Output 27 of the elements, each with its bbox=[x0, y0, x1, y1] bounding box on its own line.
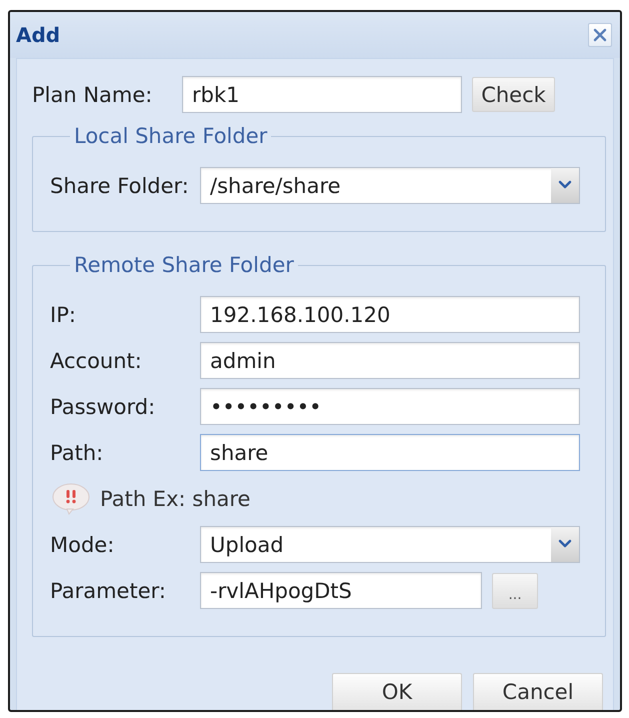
cancel-button[interactable]: Cancel bbox=[473, 673, 603, 710]
group-title: Remote Share Folder bbox=[73, 253, 295, 277]
text-input[interactable]: rbk1 bbox=[182, 76, 462, 113]
dialog-title: Add bbox=[16, 23, 60, 47]
field-label: Account: bbox=[50, 348, 143, 372]
field-label: Parameter: bbox=[50, 578, 167, 602]
warning-bubble-icon bbox=[52, 482, 90, 514]
browse-button[interactable]: ... bbox=[492, 572, 538, 608]
check-button[interactable]: Check bbox=[472, 77, 555, 112]
group-title: Local Share Folder bbox=[73, 124, 268, 148]
password-input[interactable]: ••••••••• bbox=[200, 388, 580, 425]
close-button[interactable] bbox=[588, 23, 612, 47]
select-field[interactable]: /share/share bbox=[200, 167, 580, 204]
hint-text: Path Ex: share bbox=[100, 486, 250, 510]
field-label: Password: bbox=[50, 394, 156, 418]
text-input[interactable]: -rvlAHpogDtS bbox=[200, 572, 482, 609]
field-label: Plan Name: bbox=[32, 82, 154, 106]
ok-button[interactable]: OK bbox=[332, 673, 462, 710]
text-input[interactable]: admin bbox=[200, 342, 580, 379]
field-label: Path: bbox=[50, 440, 104, 464]
field-label: IP: bbox=[50, 302, 77, 326]
close-icon bbox=[593, 28, 607, 42]
select-field[interactable]: Upload bbox=[200, 526, 580, 563]
field-label: Mode: bbox=[50, 532, 116, 556]
text-input[interactable]: share bbox=[200, 434, 580, 471]
text-input[interactable]: 192.168.100.120 bbox=[200, 296, 580, 333]
field-label: Share Folder: bbox=[50, 174, 190, 198]
